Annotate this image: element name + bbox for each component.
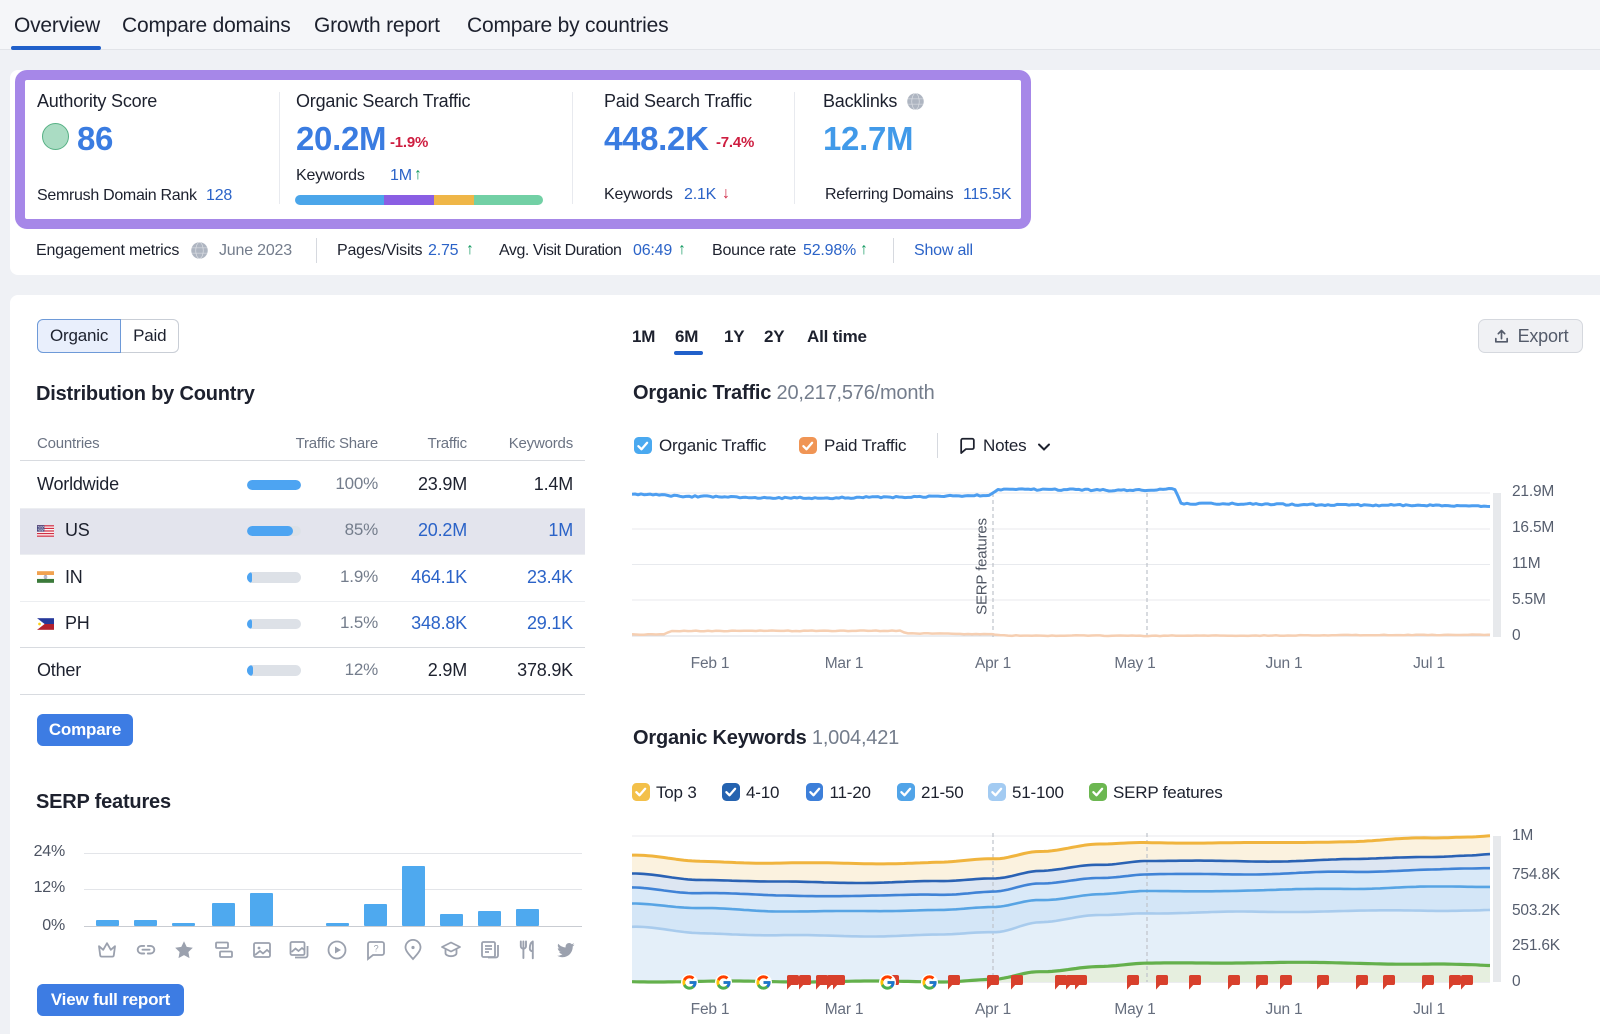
svg-text:?: ?: [374, 944, 379, 954]
